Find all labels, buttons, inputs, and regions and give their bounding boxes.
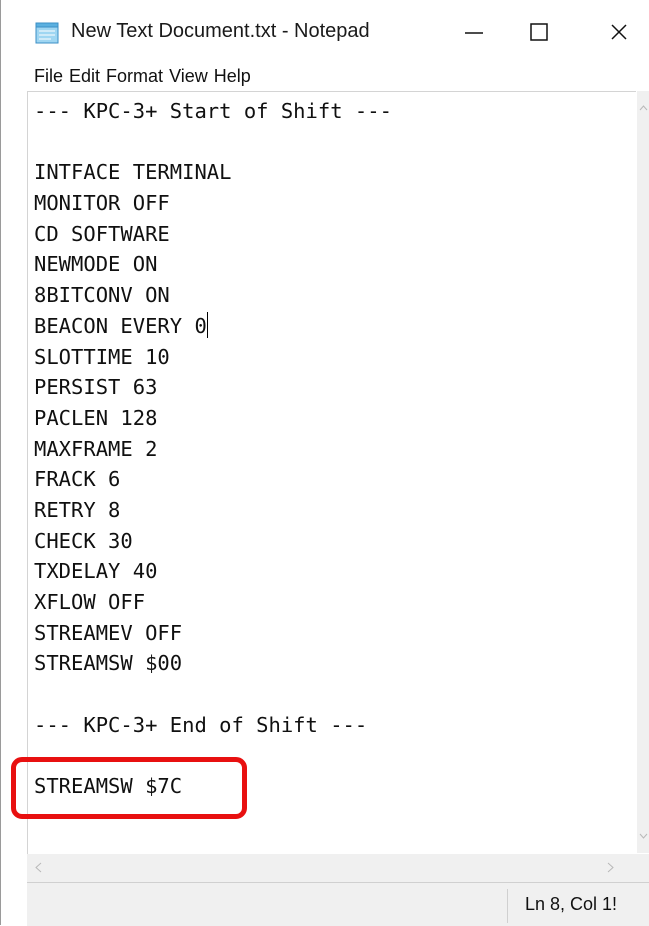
window-title: New Text Document.txt - Notepad bbox=[71, 20, 370, 42]
editor-line[interactable]: --- KPC-3+ Start of Shift --- bbox=[34, 96, 392, 127]
menu-view[interactable]: View bbox=[166, 64, 211, 88]
scroll-right-arrow-icon[interactable] bbox=[607, 862, 614, 873]
menu-edit[interactable]: Edit bbox=[66, 64, 103, 88]
editor-line[interactable]: PERSIST 63 bbox=[34, 372, 392, 403]
editor-line[interactable]: MONITOR OFF bbox=[34, 188, 392, 219]
horizontal-scrollbar[interactable] bbox=[27, 854, 649, 882]
editor-text[interactable]: --- KPC-3+ Start of Shift --- INTFACE TER… bbox=[34, 96, 392, 802]
menu-file[interactable]: File bbox=[1, 64, 66, 88]
notepad-window: New Text Document.txt - Notepad File Edi… bbox=[0, 0, 649, 926]
close-button[interactable] bbox=[591, 8, 647, 56]
editor-line[interactable] bbox=[34, 127, 392, 158]
editor-line[interactable]: STREAMSW $00 bbox=[34, 648, 392, 679]
editor-line[interactable]: TXDELAY 40 bbox=[34, 556, 392, 587]
minimize-icon bbox=[465, 32, 483, 34]
editor-line[interactable]: MAXFRAME 2 bbox=[34, 434, 392, 465]
editor-line[interactable]: INTFACE TERMINAL bbox=[34, 157, 392, 188]
status-separator bbox=[507, 889, 508, 923]
editor-line[interactable]: NEWMODE ON bbox=[34, 249, 392, 280]
editor-line[interactable]: CD SOFTWARE bbox=[34, 219, 392, 250]
editor-line[interactable]: 8BITCONV ON bbox=[34, 280, 392, 311]
editor-line[interactable]: CHECK 30 bbox=[34, 526, 392, 557]
scroll-left-arrow-icon[interactable] bbox=[35, 862, 42, 873]
scroll-up-arrow-icon[interactable] bbox=[639, 105, 648, 111]
menu-format[interactable]: Format bbox=[103, 64, 166, 88]
editor-line[interactable]: PACLEN 128 bbox=[34, 403, 392, 434]
vertical-scrollbar[interactable] bbox=[637, 91, 649, 853]
maximize-icon bbox=[530, 23, 548, 41]
text-caret bbox=[206, 311, 208, 338]
editor-line[interactable]: STREAMEV OFF bbox=[34, 618, 392, 649]
cursor-position: Ln 8, Col 1! bbox=[525, 894, 618, 914]
editor-line[interactable] bbox=[34, 679, 392, 710]
editor-line[interactable]: BEACON EVERY 0 bbox=[34, 311, 392, 342]
highlight-annotation bbox=[11, 757, 247, 819]
editor-line[interactable]: XFLOW OFF bbox=[34, 587, 392, 618]
editor-line[interactable]: SLOTTIME 10 bbox=[34, 342, 392, 373]
title-bar[interactable]: New Text Document.txt - Notepad bbox=[1, 0, 649, 62]
maximize-button[interactable] bbox=[511, 8, 567, 56]
notepad-icon bbox=[35, 22, 59, 44]
editor-line[interactable]: --- KPC-3+ End of Shift --- bbox=[34, 710, 392, 741]
editor-line[interactable]: RETRY 8 bbox=[34, 495, 392, 526]
scroll-down-arrow-icon[interactable] bbox=[639, 833, 648, 839]
menu-bar: File Edit Format View Help bbox=[1, 64, 254, 88]
menu-help[interactable]: Help bbox=[211, 64, 254, 88]
close-icon bbox=[611, 24, 627, 40]
text-editor[interactable]: --- KPC-3+ Start of Shift --- INTFACE TER… bbox=[27, 91, 636, 854]
editor-line[interactable]: FRACK 6 bbox=[34, 464, 392, 495]
minimize-button[interactable] bbox=[446, 8, 502, 56]
status-bar: Ln 8, Col 1! bbox=[27, 882, 649, 926]
